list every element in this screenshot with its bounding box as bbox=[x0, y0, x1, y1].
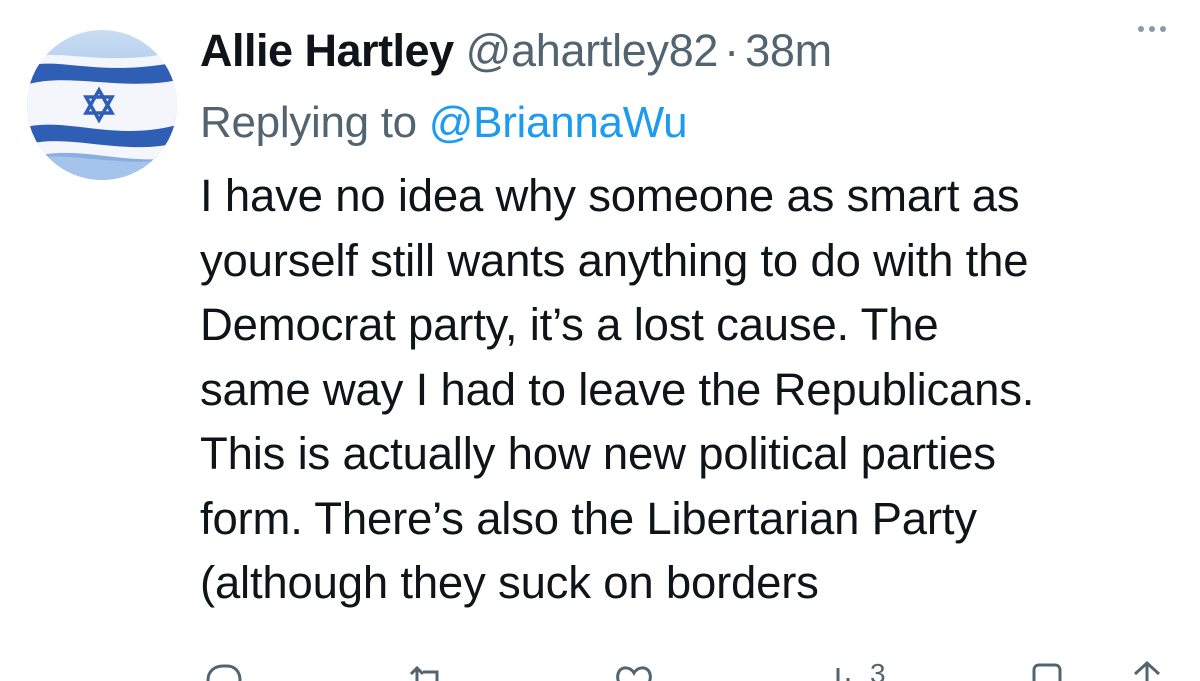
israel-flag-avatar-icon bbox=[27, 30, 177, 180]
share-button[interactable] bbox=[1125, 660, 1169, 681]
user-handle[interactable]: @ahartley82 bbox=[466, 22, 719, 80]
replying-to-mention[interactable]: @BriannaWu bbox=[429, 98, 688, 147]
reply-icon bbox=[206, 664, 242, 681]
avatar[interactable] bbox=[27, 30, 177, 180]
reply-button[interactable] bbox=[200, 660, 244, 681]
separator-dot: · bbox=[724, 25, 740, 76]
retweet-icon bbox=[409, 665, 439, 681]
replying-prefix: Replying to bbox=[200, 98, 417, 147]
tweet-text-line: same way I had to leave the Republicans. bbox=[200, 363, 1035, 415]
share-icon bbox=[1133, 660, 1161, 681]
tweet-text-line: Democrat party, it’s a lost cause. The bbox=[200, 299, 939, 350]
tweet-text-line: form. There’s also the Libertarian Party bbox=[200, 492, 977, 544]
views-count: 3 bbox=[870, 658, 886, 681]
views-icon bbox=[836, 668, 850, 681]
tweet-text-line: I have no idea why someone as smart as bbox=[200, 170, 1020, 221]
like-button[interactable] bbox=[612, 660, 656, 681]
tweet-body: Allie Hartley @ahartley82 · 38m Replying… bbox=[200, 22, 1190, 616]
bookmark-button[interactable] bbox=[1025, 660, 1069, 681]
tweet-text-line: (although they suck on borders bbox=[200, 557, 819, 608]
tweet-header: Allie Hartley @ahartley82 · 38m bbox=[200, 22, 1190, 80]
tweet-text-line: yourself still wants anything to do with… bbox=[200, 234, 1029, 286]
replying-to: Replying to @BriannaWu bbox=[200, 94, 1190, 152]
bookmark-icon bbox=[1032, 663, 1062, 681]
tweet-text: I have no idea why someone as smart as y… bbox=[200, 164, 1190, 616]
action-bar: 3 bbox=[200, 658, 1170, 681]
retweet-button[interactable] bbox=[405, 660, 449, 681]
views-button[interactable]: 3 bbox=[820, 658, 886, 681]
timestamp[interactable]: 38m bbox=[745, 22, 832, 80]
tweet[interactable]: Allie Hartley @ahartley82 · 38m Replying… bbox=[0, 0, 1200, 681]
tweet-text-line: This is actually how new political parti… bbox=[200, 428, 996, 479]
like-icon bbox=[616, 666, 652, 681]
display-name[interactable]: Allie Hartley bbox=[200, 22, 454, 80]
